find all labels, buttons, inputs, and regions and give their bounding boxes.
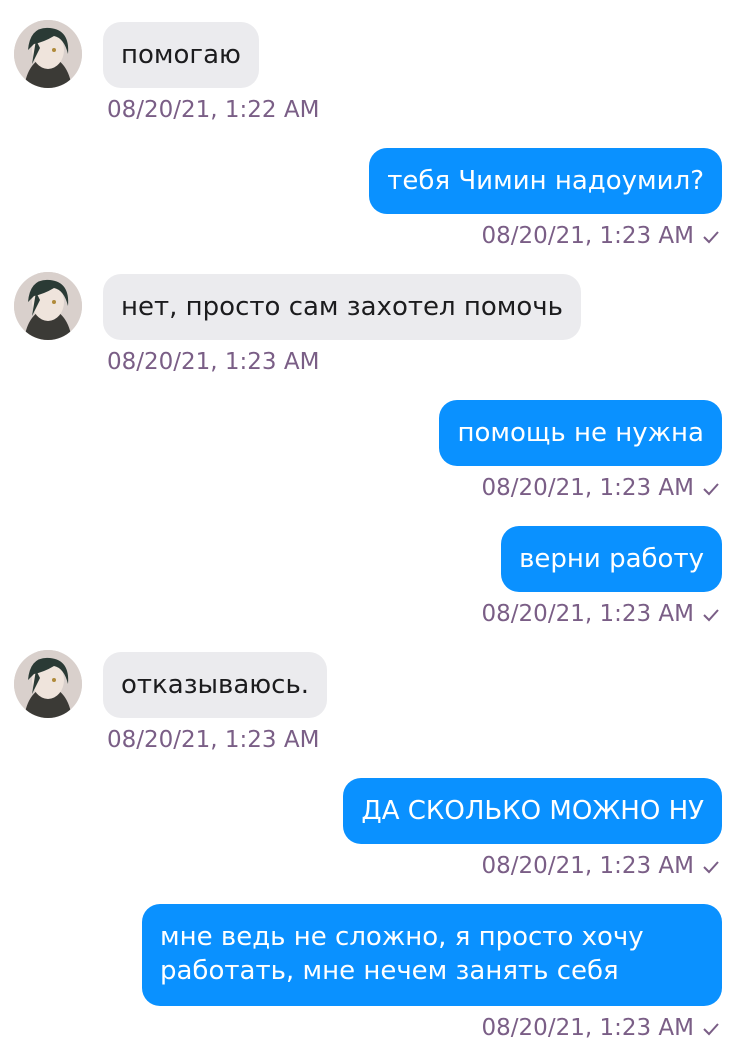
message-bubble-incoming[interactable]: отказываюсь. (103, 652, 328, 718)
message-bubble-outgoing[interactable]: помощь не нужна (439, 400, 722, 466)
check-icon (702, 475, 720, 503)
message-timestamp: 08/20/21, 1:23 AM (482, 1014, 720, 1043)
contact-avatar[interactable] (14, 20, 82, 88)
message-timestamp: 08/20/21, 1:23 AM (482, 222, 720, 251)
contact-avatar[interactable] (14, 650, 82, 718)
contact-avatar[interactable] (14, 272, 82, 340)
message-bubble-outgoing[interactable]: тебя Чимин надоумил? (369, 148, 722, 214)
message-bubble-outgoing[interactable]: верни работу (501, 526, 722, 592)
check-icon (702, 601, 720, 629)
message-bubble-incoming[interactable]: помогаю (103, 22, 259, 88)
check-icon (702, 223, 720, 251)
message-bubble-incoming[interactable]: нет, просто сам захотел помочь (103, 274, 581, 340)
check-icon (702, 853, 720, 881)
message-bubble-outgoing[interactable]: ДА СКОЛЬКО МОЖНО НУ (343, 778, 722, 844)
message-timestamp: 08/20/21, 1:23 AM (482, 600, 720, 629)
message-timestamp: 08/20/21, 1:23 AM (482, 474, 720, 503)
message-timestamp: 08/20/21, 1:23 AM (482, 852, 720, 881)
message-timestamp: 08/20/21, 1:23 AM (107, 727, 320, 753)
check-icon (702, 1015, 720, 1043)
message-timestamp: 08/20/21, 1:23 AM (107, 349, 320, 375)
message-timestamp: 08/20/21, 1:22 AM (107, 97, 320, 123)
message-bubble-outgoing[interactable]: мне ведь не сложно, я просто хочу работа… (142, 904, 722, 1006)
